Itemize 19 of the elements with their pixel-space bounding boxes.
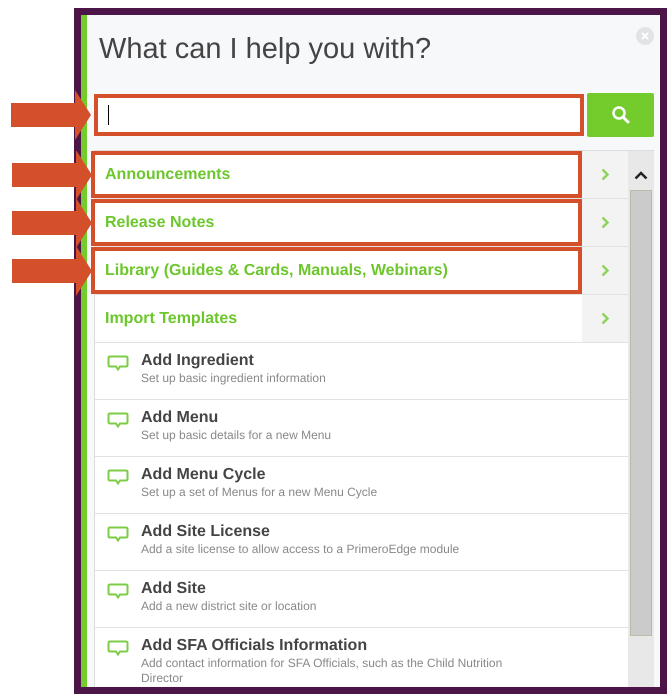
action-title: Add Site License bbox=[141, 522, 271, 542]
action-item[interactable]: Add Site License Add a site license to allow access to a PrimeroEdge module bbox=[95, 514, 628, 571]
panel-title: What can I help you with? bbox=[98, 32, 432, 67]
action-description: Set up a set of Menus for a new Menu Cycle bbox=[141, 485, 378, 500]
action-title: Add Site bbox=[141, 579, 207, 599]
action-title: Add Ingredient bbox=[141, 351, 255, 371]
action-item[interactable]: Add SFA Officials Information Add contact information for SFA Officials, such as the Child Nutrition Director bbox=[95, 628, 628, 687]
action-title: Add Menu bbox=[141, 408, 220, 428]
action-title: Add SFA Officials Information bbox=[141, 636, 368, 656]
action-description: Add contact information for SFA Officials, such as the Child Nutrition Director bbox=[141, 656, 504, 686]
action-description: Add a site license to allow access to a PrimeroEdge module bbox=[141, 542, 460, 557]
action-item[interactable]: Add Menu Set up basic details for a new Menu bbox=[95, 400, 628, 457]
action-title: Add Menu Cycle bbox=[141, 465, 266, 485]
action-item[interactable]: Add Menu Cycle Set up a set of Menus for a new Menu Cycle bbox=[95, 457, 628, 514]
action-item[interactable]: Add Ingredient Set up basic ingredient information bbox=[95, 343, 628, 400]
action-item[interactable]: Add Site Add a new district site or location bbox=[95, 571, 628, 628]
action-description: Set up basic details for a new Menu bbox=[141, 428, 332, 443]
action-description: Add a new district site or location bbox=[141, 599, 316, 614]
action-description: Set up basic ingredient information bbox=[141, 371, 326, 386]
